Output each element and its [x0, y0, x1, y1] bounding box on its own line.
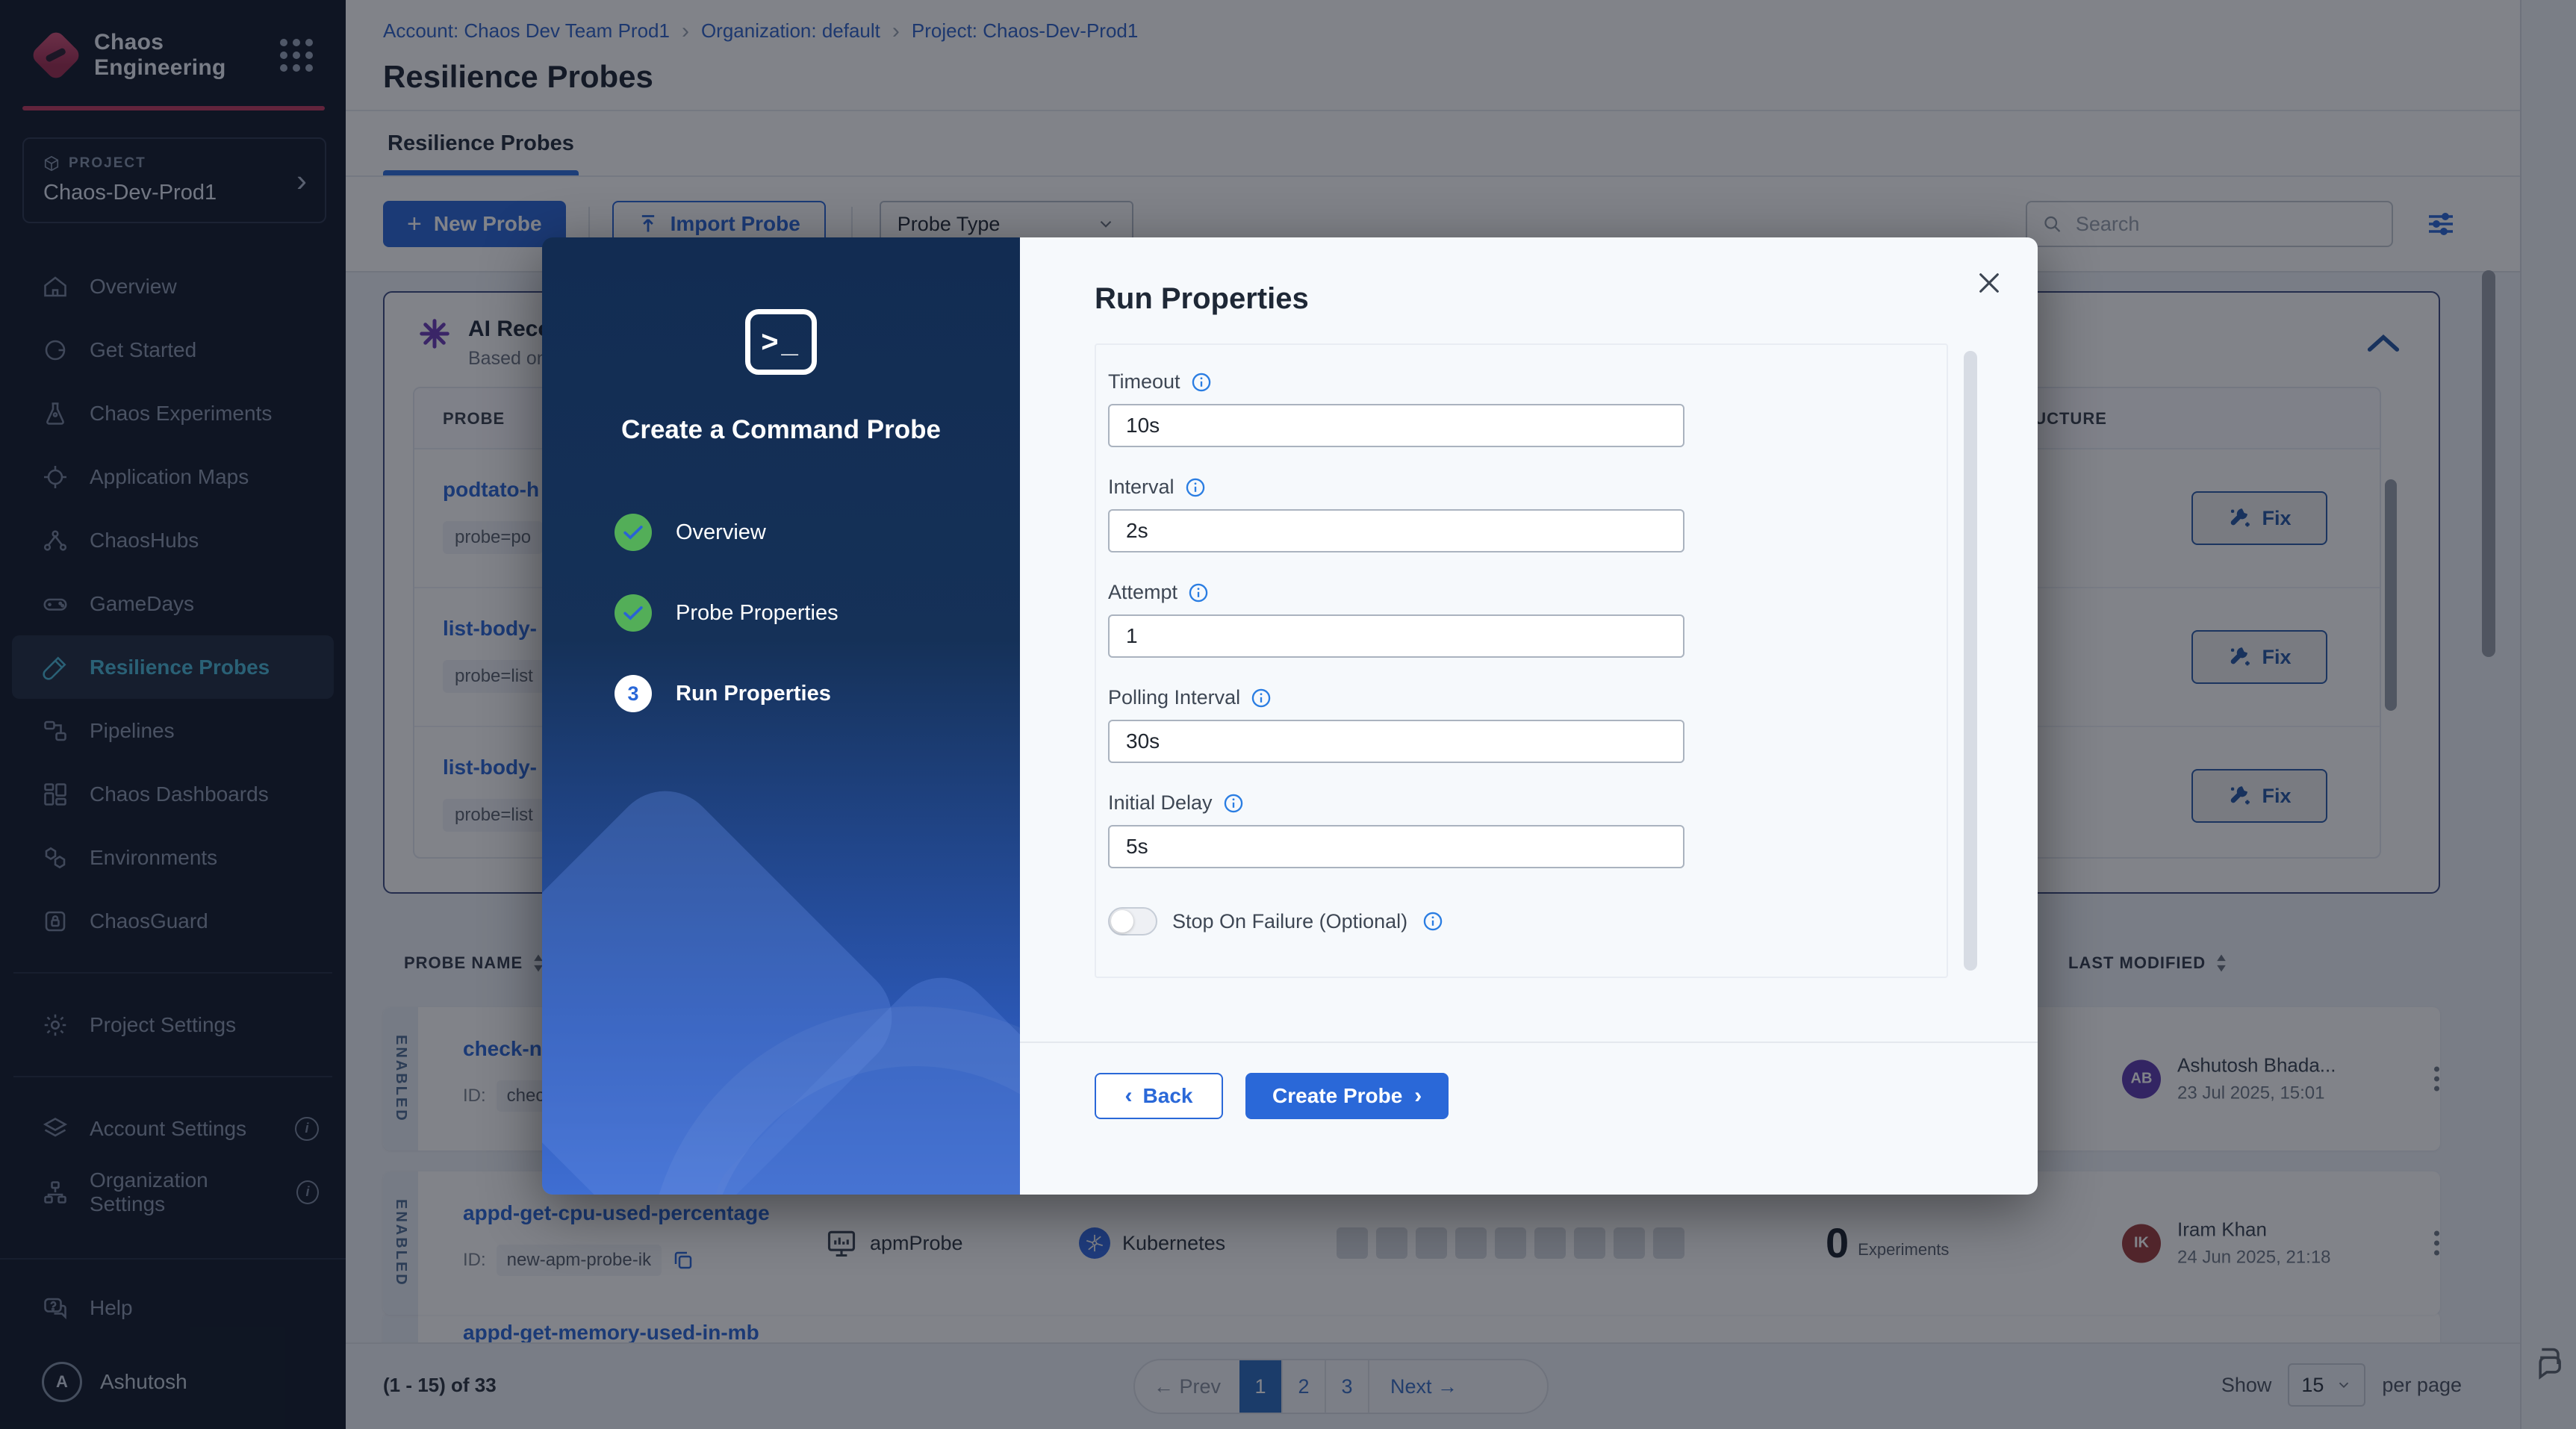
chevron-right-icon: › — [1414, 1083, 1422, 1108]
info-icon[interactable] — [1188, 582, 1209, 603]
timeout-label: Timeout — [1108, 370, 1947, 393]
modal-wizard-panel: >_ Create a Command Probe Overview Probe… — [542, 237, 1020, 1195]
initial-delay-label: Initial Delay — [1108, 791, 1947, 815]
create-probe-modal: >_ Create a Command Probe Overview Probe… — [542, 237, 2038, 1195]
modal-title: Run Properties — [1095, 282, 1309, 315]
modal-footer: ‹ Back Create Probe › — [1095, 1073, 1449, 1119]
stop-on-failure-toggle[interactable] — [1108, 907, 1157, 935]
interval-label: Interval — [1108, 476, 1947, 499]
info-icon[interactable] — [1251, 688, 1272, 709]
wizard-title: Create a Command Probe — [621, 415, 941, 444]
back-button[interactable]: ‹ Back — [1095, 1073, 1223, 1119]
modal-footer-divider — [1020, 1042, 2038, 1043]
info-icon[interactable] — [1191, 372, 1212, 393]
terminal-icon: >_ — [745, 309, 817, 375]
stop-on-failure-row: Stop On Failure (Optional) — [1108, 907, 1947, 935]
wizard-steps: Overview Probe Properties 3 Run Properti… — [615, 514, 839, 712]
step-run-properties[interactable]: 3 Run Properties — [615, 675, 839, 712]
page: Chaos Engineering PROJECT Chaos-Dev-Prod… — [0, 0, 2576, 1429]
close-icon[interactable] — [1976, 270, 2002, 299]
step-done-icon — [615, 514, 652, 551]
polling-interval-label: Polling Interval — [1108, 686, 1947, 709]
interval-input[interactable] — [1108, 509, 1684, 552]
modal-form-panel: Run Properties Timeout Interval Attempt — [1020, 237, 2038, 1195]
polling-interval-input[interactable] — [1108, 720, 1684, 763]
info-icon[interactable] — [1185, 477, 1206, 498]
chevron-left-icon: ‹ — [1124, 1083, 1133, 1108]
attempt-label: Attempt — [1108, 581, 1947, 604]
info-icon[interactable] — [1223, 793, 1244, 814]
timeout-input[interactable] — [1108, 404, 1684, 447]
attempt-input[interactable] — [1108, 614, 1684, 658]
step-done-icon — [615, 594, 652, 632]
step-probe-properties[interactable]: Probe Properties — [615, 594, 839, 632]
initial-delay-input[interactable] — [1108, 825, 1684, 868]
step-number-badge: 3 — [615, 675, 652, 712]
info-icon[interactable] — [1422, 911, 1443, 932]
create-probe-button[interactable]: Create Probe › — [1245, 1073, 1449, 1119]
step-overview[interactable]: Overview — [615, 514, 839, 551]
form-scrollbar-thumb[interactable] — [1964, 351, 1977, 971]
run-properties-form: Timeout Interval Attempt Polling Interva… — [1095, 343, 1948, 978]
stop-on-failure-label: Stop On Failure (Optional) — [1172, 909, 1408, 933]
